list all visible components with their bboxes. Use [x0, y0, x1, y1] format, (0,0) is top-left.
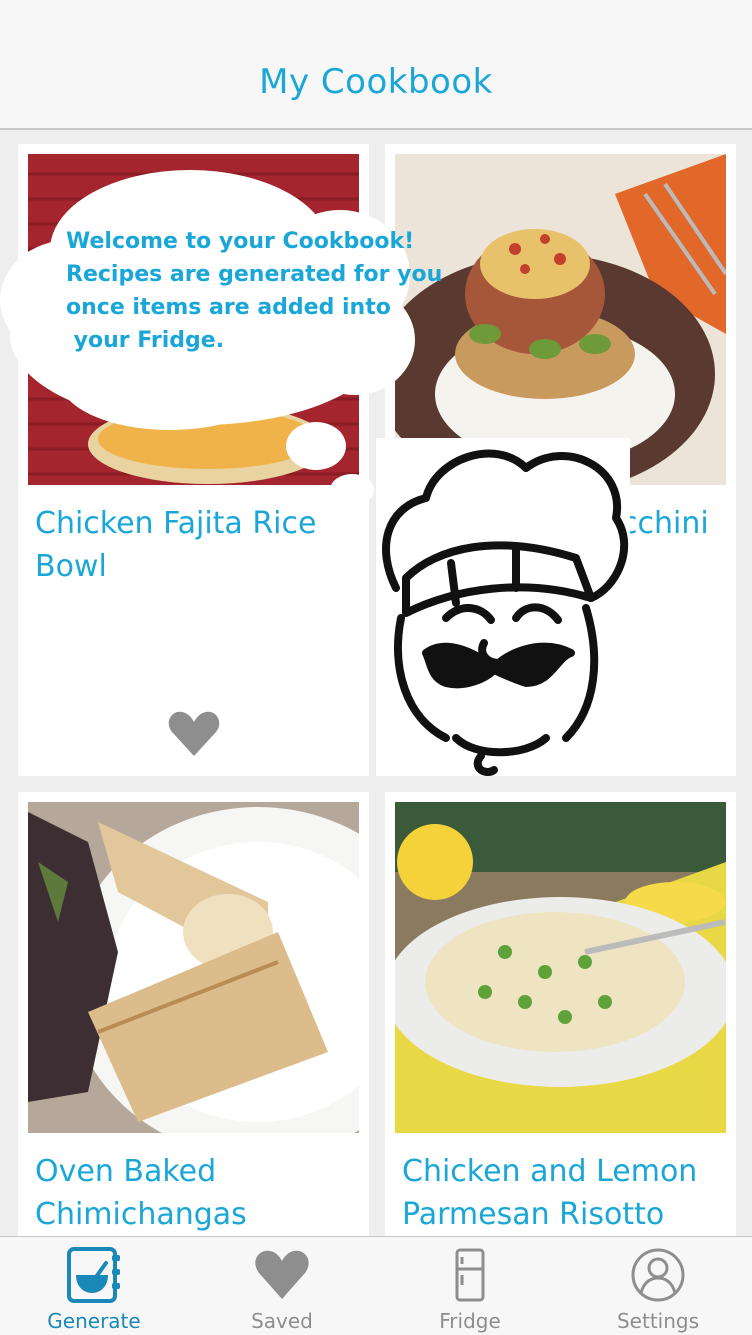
heart-icon: [254, 1247, 310, 1303]
onboarding-line: Recipes are generated for you: [66, 262, 443, 287]
fridge-icon: [442, 1247, 498, 1303]
recipe-title[interactable]: Chicken Fajita Rice Bowl: [35, 502, 359, 588]
tab-fridge[interactable]: Fridge: [376, 1237, 564, 1335]
tab-settings[interactable]: Settings: [564, 1237, 752, 1335]
recipe-card[interactable]: Oven Baked Chimichangas: [18, 792, 369, 1236]
recipe-title-line: cchini: [621, 506, 709, 541]
recipe-title-line: Oven Baked: [35, 1154, 217, 1189]
recipe-title-line: Bowl: [35, 549, 107, 584]
tab-label: Saved: [251, 1309, 313, 1333]
tab-generate[interactable]: Generate: [0, 1237, 188, 1335]
onboarding-line: Welcome to your Cookbook!: [66, 229, 415, 254]
save-heart-icon[interactable]: [168, 710, 220, 758]
page-title: My Cookbook: [259, 62, 493, 102]
tab-label: Settings: [616, 1309, 700, 1333]
tab-saved[interactable]: Saved: [188, 1237, 376, 1335]
recipe-photo-chicken-zucchini: [395, 154, 726, 485]
recipe-photo-chimichangas: [28, 802, 359, 1133]
chef-mascot-image: [376, 438, 630, 777]
tab-label: Fridge: [439, 1309, 501, 1333]
navigation-bar: My Cookbook: [0, 0, 752, 130]
recipe-title[interactable]: cchini: [621, 502, 726, 545]
recipe-title[interactable]: Chicken and Lemon Parmesan Risotto: [402, 1150, 726, 1236]
cookbook-icon: [66, 1247, 122, 1303]
recipe-title-line: Chicken and Lemon: [402, 1154, 698, 1189]
tab-bar: Generate Saved Fridge Settings: [0, 1236, 752, 1335]
tab-label: Generate: [47, 1309, 141, 1333]
recipe-title-line: Parmesan Risotto: [402, 1197, 665, 1232]
onboarding-line: once items are added into: [66, 295, 391, 320]
recipe-title[interactable]: Oven Baked Chimichangas: [35, 1150, 359, 1236]
recipe-card[interactable]: Chicken and Lemon Parmesan Risotto: [385, 792, 736, 1236]
onboarding-line: your Fridge.: [66, 328, 225, 353]
recipe-photo-risotto: [395, 802, 726, 1133]
recipe-title-line: Chimichangas: [35, 1197, 247, 1232]
onboarding-message: Welcome to your Cookbook! Recipes are ge…: [66, 225, 443, 357]
person-icon: [630, 1247, 686, 1303]
